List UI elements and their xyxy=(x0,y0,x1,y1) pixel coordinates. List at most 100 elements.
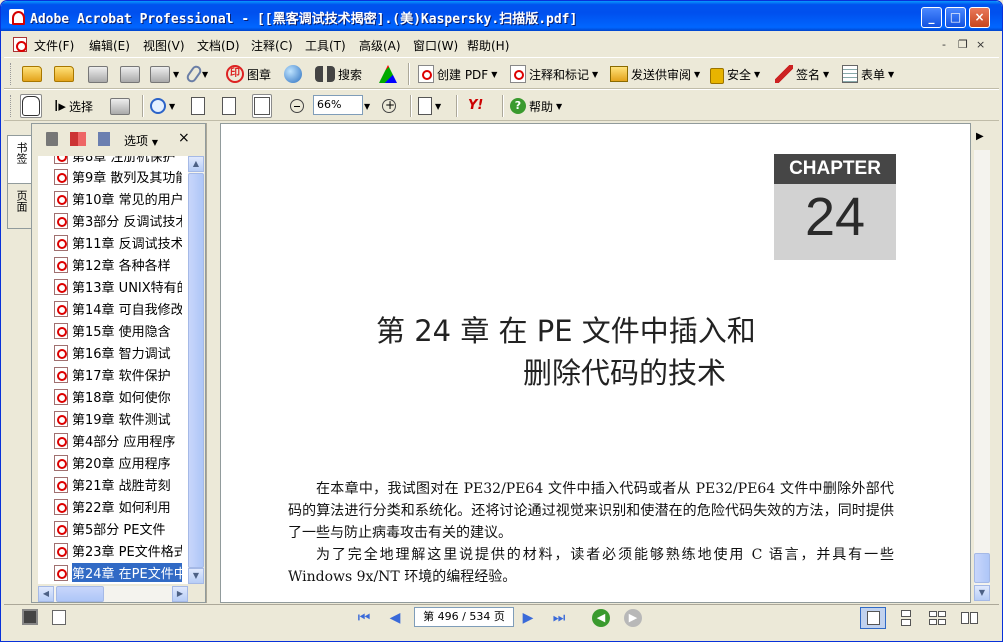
scroll-up-icon[interactable]: ▲ xyxy=(188,156,204,172)
adobe-button[interactable] xyxy=(379,62,397,86)
save-button[interactable] xyxy=(88,62,108,86)
tab-pages[interactable]: 页面 xyxy=(7,183,31,229)
create-pdf-button[interactable]: 创建 PDF ▼ xyxy=(418,62,497,86)
hand-tool-button[interactable] xyxy=(20,94,42,118)
continuous-facing-layout-button[interactable] xyxy=(956,607,982,629)
security-button[interactable]: 安全 ▼ xyxy=(710,62,760,86)
minimize-button[interactable]: _ xyxy=(921,7,942,28)
bookmark-item[interactable]: 第10章 常见的用户 xyxy=(54,188,182,209)
panel-toggle-icon[interactable]: ▶ xyxy=(976,131,984,142)
bookmark-item[interactable]: 第5部分 PE文件 xyxy=(54,518,182,539)
rotate-button[interactable]: ▼ xyxy=(418,94,441,118)
send-review-button[interactable]: 发送供审阅 ▼ xyxy=(610,62,700,86)
trash-icon[interactable] xyxy=(46,132,58,146)
help-button[interactable]: ? 帮助 ▼ xyxy=(510,94,562,118)
fit-page-button[interactable] xyxy=(222,94,236,118)
menu-view[interactable]: 视图(V) xyxy=(143,37,185,54)
menu-help[interactable]: 帮助(H) xyxy=(467,37,509,54)
document-view[interactable]: CHAPTER 24 第 24 章 在 PE 文件中插入和 删除代码的技术 在本… xyxy=(220,123,971,603)
doc-restore-button[interactable]: ❐ xyxy=(958,38,968,51)
bookmark-item[interactable]: 第9章 散列及其功能 xyxy=(54,166,182,187)
bookmark-item-selected[interactable]: 第24章 在PE文件中 xyxy=(54,562,182,583)
fit-width-button[interactable] xyxy=(252,94,272,118)
page-number-field[interactable]: 第 496 / 534 页 xyxy=(414,607,514,627)
actual-size-button[interactable] xyxy=(191,94,205,118)
expand-bookmark-icon[interactable] xyxy=(70,132,86,146)
bookmark-item[interactable]: 第14章 可自我修改 xyxy=(54,298,182,319)
monitor-icon[interactable] xyxy=(22,609,38,625)
next-view-icon[interactable]: ▶ xyxy=(624,609,642,627)
menu-advanced[interactable]: 高级(A) xyxy=(359,37,401,54)
view-pages-button[interactable]: ▼ xyxy=(150,62,179,86)
sign-button[interactable]: 签名 ▼ xyxy=(775,62,829,86)
zoom-out-button[interactable] xyxy=(290,94,304,118)
bookmark-item[interactable]: 第4部分 应用程序 xyxy=(54,430,182,451)
bookmark-item[interactable]: 第8章 注册机保护 xyxy=(54,156,182,166)
menu-comments[interactable]: 注释(C) xyxy=(251,37,293,54)
scroll-thumb[interactable] xyxy=(56,586,104,602)
single-page-layout-button[interactable] xyxy=(860,607,886,629)
bookmark-item[interactable]: 第20章 应用程序 xyxy=(54,452,182,473)
bookmark-item[interactable]: 第12章 各种各样 xyxy=(54,254,182,275)
menu-tools[interactable]: 工具(T) xyxy=(305,37,346,54)
title-bar[interactable]: Adobe Acrobat Professional - [[黑客调试技术揭密]… xyxy=(1,1,1002,31)
scroll-left-icon[interactable]: ◀ xyxy=(38,586,54,602)
close-button[interactable]: × xyxy=(969,7,990,28)
print-button[interactable] xyxy=(120,62,140,86)
bookmark-item[interactable]: 第19章 软件测试 xyxy=(54,408,182,429)
new-bookmark-icon[interactable] xyxy=(98,132,110,146)
bookmark-item[interactable]: 第3部分 反调试技术 xyxy=(54,210,182,231)
scroll-down-icon[interactable]: ▼ xyxy=(188,568,204,584)
continuous-layout-button[interactable] xyxy=(892,607,918,629)
panel-splitter[interactable] xyxy=(206,123,220,603)
maximize-button[interactable]: □ xyxy=(945,7,966,28)
bookmark-item[interactable]: 第18章 如何使你 xyxy=(54,386,182,407)
facing-layout-button[interactable] xyxy=(924,607,950,629)
doc-close-button[interactable]: × xyxy=(976,38,985,51)
bookmark-item[interactable]: 第21章 战胜苛刻 xyxy=(54,474,182,495)
first-page-icon[interactable]: ⏮ xyxy=(354,609,374,627)
attach-button[interactable]: ▼ xyxy=(184,62,208,86)
options-menu[interactable]: 选项 ▼ xyxy=(124,132,158,149)
zoom-input[interactable]: 66% xyxy=(313,95,363,115)
forms-button[interactable]: 表单 ▼ xyxy=(842,62,894,86)
page-size-icon[interactable] xyxy=(52,610,66,625)
document-icon[interactable] xyxy=(13,37,27,52)
stamp-button[interactable]: 印图章 xyxy=(226,62,271,86)
email-button[interactable] xyxy=(284,62,302,86)
organizer-button[interactable] xyxy=(54,62,74,86)
scroll-down-icon[interactable]: ▼ xyxy=(974,585,990,601)
zoom-in-button[interactable] xyxy=(382,94,396,118)
yahoo-button[interactable]: Y! xyxy=(468,94,490,118)
open-button[interactable] xyxy=(22,62,42,86)
bookmark-item[interactable]: 第15章 使用隐含 xyxy=(54,320,182,341)
comment-markup-button[interactable]: 注释和标记 ▼ xyxy=(510,62,598,86)
previous-page-icon[interactable]: ◀ xyxy=(385,609,405,627)
menu-edit[interactable]: 编辑(E) xyxy=(89,37,130,54)
last-page-icon[interactable]: ⏭ xyxy=(549,609,569,627)
toolbar-grip[interactable] xyxy=(10,63,13,85)
scroll-thumb[interactable] xyxy=(974,553,990,583)
toolbar-grip[interactable] xyxy=(10,95,13,117)
bookmark-item[interactable]: 第13章 UNIX特有的 xyxy=(54,276,182,297)
zoom-dropdown-button[interactable]: ▼ xyxy=(364,94,370,118)
bookmark-vertical-scrollbar[interactable]: ▲ ▼ xyxy=(188,156,204,584)
panel-close-icon[interactable]: × xyxy=(178,130,190,146)
scroll-thumb[interactable] xyxy=(188,173,204,568)
bookmark-item[interactable]: 第16章 智力调试 xyxy=(54,342,182,363)
bookmark-item[interactable]: 第11章 反调试技术 xyxy=(54,232,182,253)
menu-window[interactable]: 窗口(W) xyxy=(413,37,458,54)
bookmark-item[interactable]: 第22章 如何利用 xyxy=(54,496,182,517)
tab-bookmarks[interactable]: 书签 xyxy=(7,135,31,187)
select-tool-button[interactable]: I▸ 选择 xyxy=(54,94,93,118)
menu-document[interactable]: 文档(D) xyxy=(197,37,240,54)
previous-view-icon[interactable]: ◀ xyxy=(592,609,610,627)
scroll-right-icon[interactable]: ▶ xyxy=(172,586,188,602)
doc-minimize-button[interactable]: - xyxy=(942,38,946,51)
bookmark-horizontal-scrollbar[interactable]: ◀ ▶ xyxy=(38,586,188,602)
bookmark-item[interactable]: 第17章 软件保护 xyxy=(54,364,182,385)
bookmark-item[interactable]: 第23章 PE文件格式 xyxy=(54,540,182,561)
search-button[interactable]: 搜索 xyxy=(315,62,362,86)
next-page-icon[interactable]: ▶ xyxy=(518,609,538,627)
snapshot-button[interactable] xyxy=(110,94,130,118)
